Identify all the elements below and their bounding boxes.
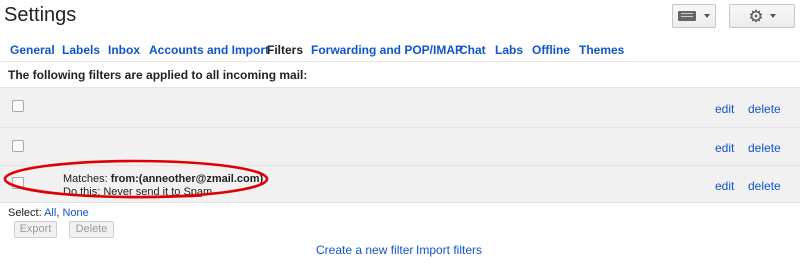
matches-value: from:(anneother@zmail.com)	[110, 173, 264, 185]
tab-forwarding-pop-imap[interactable]: Forwarding and POP/IMAP	[311, 43, 463, 57]
tab-inbox[interactable]: Inbox	[108, 43, 140, 57]
delete-filter-link[interactable]: delete	[748, 179, 781, 193]
tab-filters[interactable]: Filters	[267, 43, 303, 57]
chevron-down-icon	[704, 14, 710, 18]
gear-icon: ⚙	[748, 6, 764, 26]
tab-accounts-and-import[interactable]: Accounts and Import	[149, 43, 269, 57]
input-tools-button[interactable]	[672, 4, 716, 28]
filters-intro-text: The following filters are applied to all…	[8, 68, 308, 82]
select-none-link[interactable]: None	[62, 207, 88, 219]
edit-filter-link[interactable]: edit	[715, 102, 734, 116]
delete-filter-link[interactable]: delete	[748, 141, 781, 155]
filter-action: Do this: Never send it to Spam	[63, 186, 213, 198]
import-filters-link[interactable]: Import filters	[416, 243, 482, 257]
filter-checkbox[interactable]	[12, 100, 24, 112]
filter-checkbox[interactable]	[12, 140, 24, 152]
select-controls: Select: All, None	[8, 207, 89, 219]
chevron-down-icon	[769, 14, 776, 18]
filter-list: edit delete edit delete Matches: from:(a…	[0, 87, 800, 203]
tab-general[interactable]: General	[10, 43, 55, 57]
tab-offline[interactable]: Offline	[532, 43, 570, 57]
export-button[interactable]: Export	[14, 221, 57, 238]
tab-themes[interactable]: Themes	[579, 43, 624, 57]
create-new-filter-link[interactable]: Create a new filter	[316, 243, 413, 257]
filter-row: edit delete	[0, 127, 800, 165]
select-label: Select:	[8, 207, 45, 219]
settings-tabs: General Labels Inbox Accounts and Import…	[0, 43, 800, 62]
filter-row: edit delete	[0, 87, 800, 127]
matches-label: Matches:	[63, 173, 111, 185]
tab-labels[interactable]: Labels	[62, 43, 100, 57]
delete-filter-link[interactable]: delete	[748, 102, 781, 116]
tab-chat[interactable]: Chat	[459, 43, 486, 57]
delete-button[interactable]: Delete	[69, 221, 114, 238]
edit-filter-link[interactable]: edit	[715, 141, 734, 155]
keyboard-icon	[678, 11, 696, 21]
edit-filter-link[interactable]: edit	[715, 179, 734, 193]
select-all-link[interactable]: All	[44, 207, 56, 219]
filter-row: Matches: from:(anneother@zmail.com) Do t…	[0, 165, 800, 203]
filter-criteria: Matches: from:(anneother@zmail.com)	[63, 173, 263, 185]
page-title: Settings	[4, 4, 77, 26]
filter-checkbox[interactable]	[12, 177, 24, 189]
tab-labs[interactable]: Labs	[495, 43, 523, 57]
settings-gear-button[interactable]: ⚙	[729, 4, 795, 28]
